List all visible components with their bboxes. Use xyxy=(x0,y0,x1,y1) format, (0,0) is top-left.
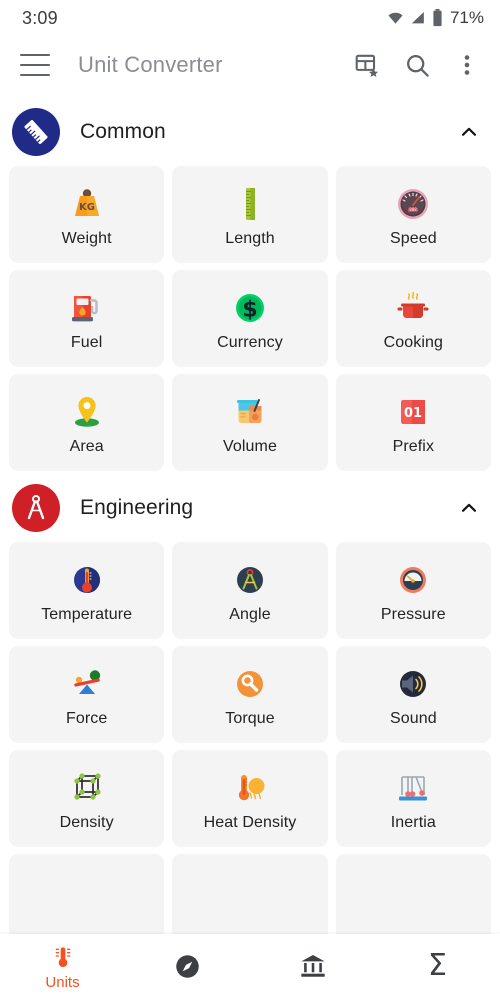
tile-label: Speed xyxy=(389,230,437,247)
thermometer-circle-icon xyxy=(66,556,108,604)
category-grid-common: KG Weight Length 888 Speed Fuel $ Curren… xyxy=(0,166,500,470)
compass-divider-icon xyxy=(12,484,60,532)
sigma-icon: Σ xyxy=(428,948,447,983)
dollar-coin-icon: $ xyxy=(229,284,271,332)
ruler-icon xyxy=(12,108,60,156)
beakers-icon xyxy=(229,388,271,436)
app-bar-actions xyxy=(352,50,486,80)
favorites-table-icon[interactable] xyxy=(352,50,382,80)
tile-label: Sound xyxy=(389,710,437,727)
wrench-gear-icon xyxy=(229,660,271,708)
cube-lattice-icon xyxy=(66,764,108,812)
status-bar: 3:09 71% xyxy=(0,0,500,36)
calendar-01-icon: 01 xyxy=(392,388,434,436)
tile-fuel[interactable]: Fuel xyxy=(9,270,165,366)
search-icon[interactable] xyxy=(402,50,432,80)
tile-pressure[interactable]: Pressure xyxy=(335,542,491,638)
tile-label: Cooking xyxy=(383,334,444,351)
svg-text:01: 01 xyxy=(404,406,422,421)
tile-sound[interactable]: Sound xyxy=(335,646,491,742)
battery-icon xyxy=(433,9,442,27)
tile-label: Fuel xyxy=(70,334,103,351)
seesaw-lever-icon xyxy=(66,660,108,708)
map-pin-icon xyxy=(66,388,108,436)
section-header-engineering[interactable]: Engineering xyxy=(0,470,500,542)
fuel-pump-icon xyxy=(66,284,108,332)
tile-label: Density xyxy=(59,814,114,831)
app-screen: 3:09 71% Unit Converter Common KG Weight… xyxy=(0,0,500,1000)
tile-cooking[interactable]: Cooking xyxy=(335,270,491,366)
tile-label: Angle xyxy=(229,606,271,623)
tile-partial[interactable] xyxy=(9,854,165,934)
signal-icon xyxy=(411,12,424,24)
category-grid-next-row-partial xyxy=(0,854,500,934)
tile-partial[interactable] xyxy=(172,854,328,934)
bank-icon xyxy=(300,955,325,977)
tile-label: Pressure xyxy=(380,606,446,623)
overflow-menu-icon[interactable] xyxy=(452,50,482,80)
section-header-common[interactable]: Common xyxy=(0,94,500,166)
page-title: Unit Converter xyxy=(78,52,223,77)
ruler-green-icon xyxy=(229,180,271,228)
chevron-up-icon[interactable] xyxy=(456,495,482,521)
battery-percent: 71% xyxy=(449,8,484,27)
tile-volume[interactable]: Volume xyxy=(172,374,328,470)
section-title: Common xyxy=(80,120,166,143)
tile-force[interactable]: Force xyxy=(9,646,165,742)
tile-temperature[interactable]: Temperature xyxy=(9,542,165,638)
nav-item-units[interactable]: Units xyxy=(0,934,125,1000)
nav-item-label: Units xyxy=(45,973,80,991)
tile-label: Heat Density xyxy=(203,814,297,831)
category-scroll-area[interactable]: Common KG Weight Length 888 Speed Fuel $… xyxy=(0,94,500,934)
tile-prefix[interactable]: 01 Prefix xyxy=(335,374,491,470)
tile-label: Torque xyxy=(225,710,275,727)
pressure-gauge-icon xyxy=(392,556,434,604)
cooking-pot-icon xyxy=(392,284,434,332)
tile-length[interactable]: Length xyxy=(172,166,328,262)
bottom-navigation: Units Σ xyxy=(0,934,500,1000)
svg-text:KG: KG xyxy=(79,202,95,213)
tile-heat-density[interactable]: Heat Density xyxy=(172,750,328,846)
tile-angle[interactable]: Angle xyxy=(172,542,328,638)
tile-density[interactable]: Density xyxy=(9,750,165,846)
tile-weight[interactable]: KG Weight xyxy=(9,166,165,262)
speedometer-icon: 888 xyxy=(392,180,434,228)
category-grid-engineering: Temperature Angle Pressure Force Torque … xyxy=(0,542,500,846)
tile-speed[interactable]: 888 Speed xyxy=(335,166,491,262)
hamburger-menu-icon[interactable] xyxy=(20,54,50,76)
tile-currency[interactable]: $ Currency xyxy=(172,270,328,366)
tile-torque[interactable]: Torque xyxy=(172,646,328,742)
section-title: Engineering xyxy=(80,496,194,519)
tile-label: Force xyxy=(65,710,108,727)
nav-item-sigma[interactable]: Σ xyxy=(375,934,500,1000)
nav-item-bank[interactable] xyxy=(250,934,375,1000)
tile-partial[interactable] xyxy=(335,854,491,934)
svg-text:888: 888 xyxy=(410,207,418,212)
tile-label: Weight xyxy=(61,230,112,247)
app-bar: Unit Converter xyxy=(0,36,500,94)
tile-label: Length xyxy=(225,230,275,247)
chevron-up-icon[interactable] xyxy=(456,119,482,145)
speaker-sound-icon xyxy=(392,660,434,708)
tile-label: Area xyxy=(69,438,104,455)
compass-icon xyxy=(176,954,199,978)
thermometer-icon xyxy=(55,946,70,967)
status-indicators: 71% xyxy=(386,8,484,28)
nav-item-compass[interactable] xyxy=(125,934,250,1000)
tile-label: Temperature xyxy=(41,606,133,623)
svg-text:$: $ xyxy=(242,298,257,323)
thermometer-drip-icon xyxy=(229,764,271,812)
status-time: 3:09 xyxy=(22,7,58,28)
weight-kg-icon: KG xyxy=(66,180,108,228)
tile-inertia[interactable]: Inertia xyxy=(335,750,491,846)
tile-area[interactable]: Area xyxy=(9,374,165,470)
tile-label: Prefix xyxy=(392,438,435,455)
tile-label: Currency xyxy=(217,334,283,351)
tile-label: Volume xyxy=(223,438,277,455)
protractor-compass-icon xyxy=(229,556,271,604)
wifi-icon xyxy=(388,12,403,24)
tile-label: Inertia xyxy=(390,814,436,831)
newtons-cradle-icon xyxy=(392,764,434,812)
